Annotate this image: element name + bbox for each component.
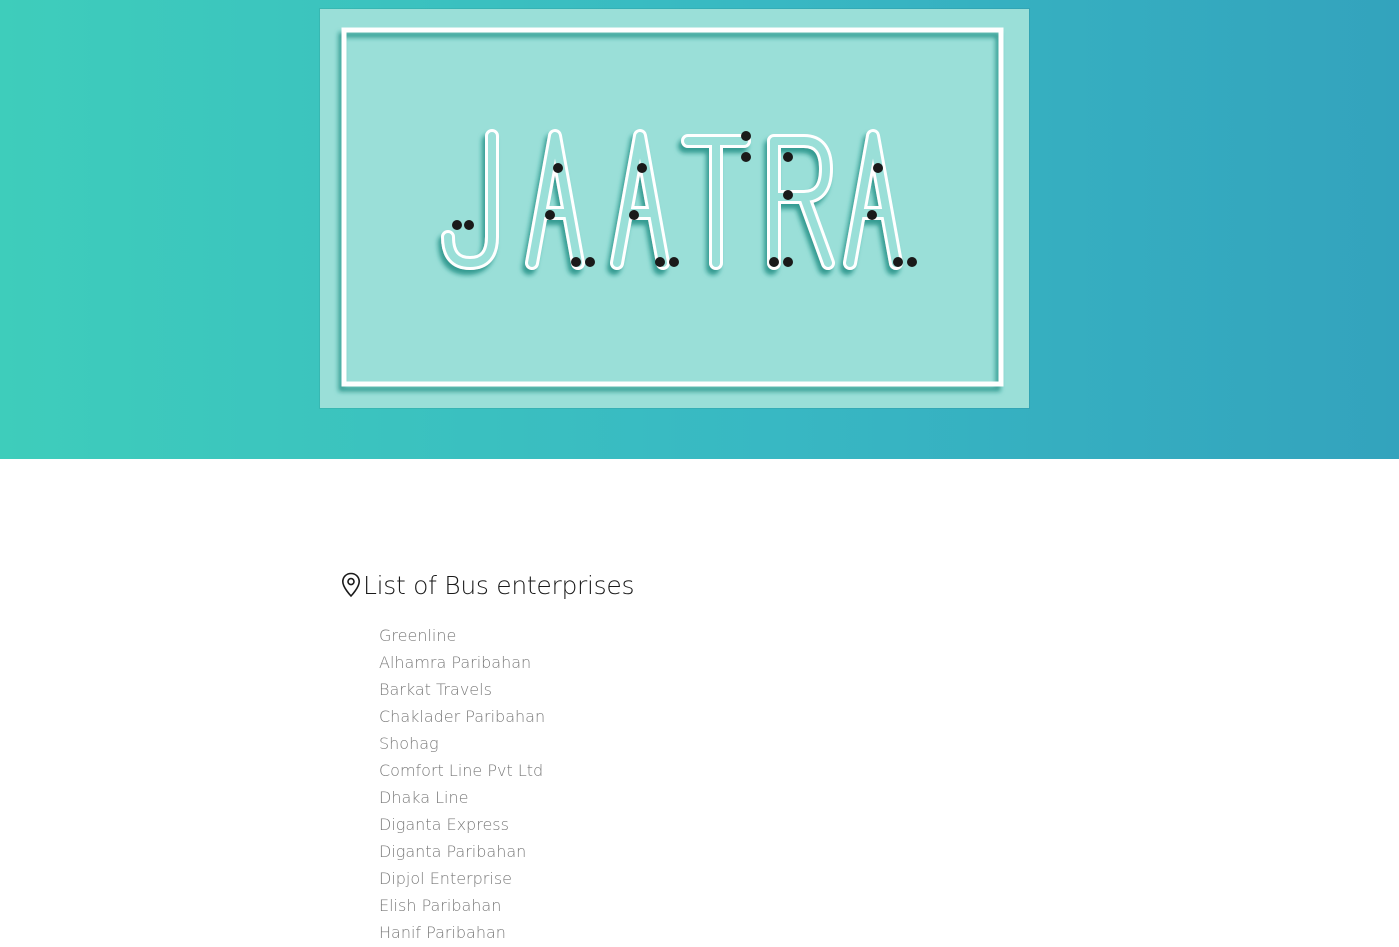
bus-enterprise-item[interactable]: Dipjol Enterprise [379, 865, 1041, 892]
neon-logo-image [320, 9, 1029, 408]
bus-enterprise-list: Greenline Alhamra Paribahan Barkat Trave… [379, 622, 1041, 946]
section-title: List of Bus enterprises [363, 570, 635, 600]
bus-enterprise-item[interactable]: Comfort Line Pvt Ltd [379, 757, 1041, 784]
map-pin-icon [341, 572, 361, 598]
bus-enterprise-item[interactable]: Hanif Paribahan [379, 919, 1041, 946]
section-heading: List of Bus enterprises [341, 568, 1041, 602]
bus-enterprise-item[interactable]: Chaklader Paribahan [379, 703, 1041, 730]
bus-enterprises-section: List of Bus enterprises Greenline Alhamr… [341, 568, 1041, 946]
bus-enterprise-item[interactable]: Barkat Travels [379, 676, 1041, 703]
bus-enterprise-item[interactable]: Dhaka Line [379, 784, 1041, 811]
bus-enterprise-item[interactable]: Shohag [379, 730, 1041, 757]
bus-enterprise-item[interactable]: Alhamra Paribahan [379, 649, 1041, 676]
bus-enterprise-item[interactable]: Diganta Paribahan [379, 838, 1041, 865]
bus-enterprise-item[interactable]: Diganta Express [379, 811, 1041, 838]
neon-sign-logo [341, 27, 1004, 387]
bus-enterprise-item[interactable]: Elish Paribahan [379, 892, 1041, 919]
hero-banner [0, 0, 1399, 459]
bus-enterprise-item[interactable]: Greenline [379, 622, 1041, 649]
